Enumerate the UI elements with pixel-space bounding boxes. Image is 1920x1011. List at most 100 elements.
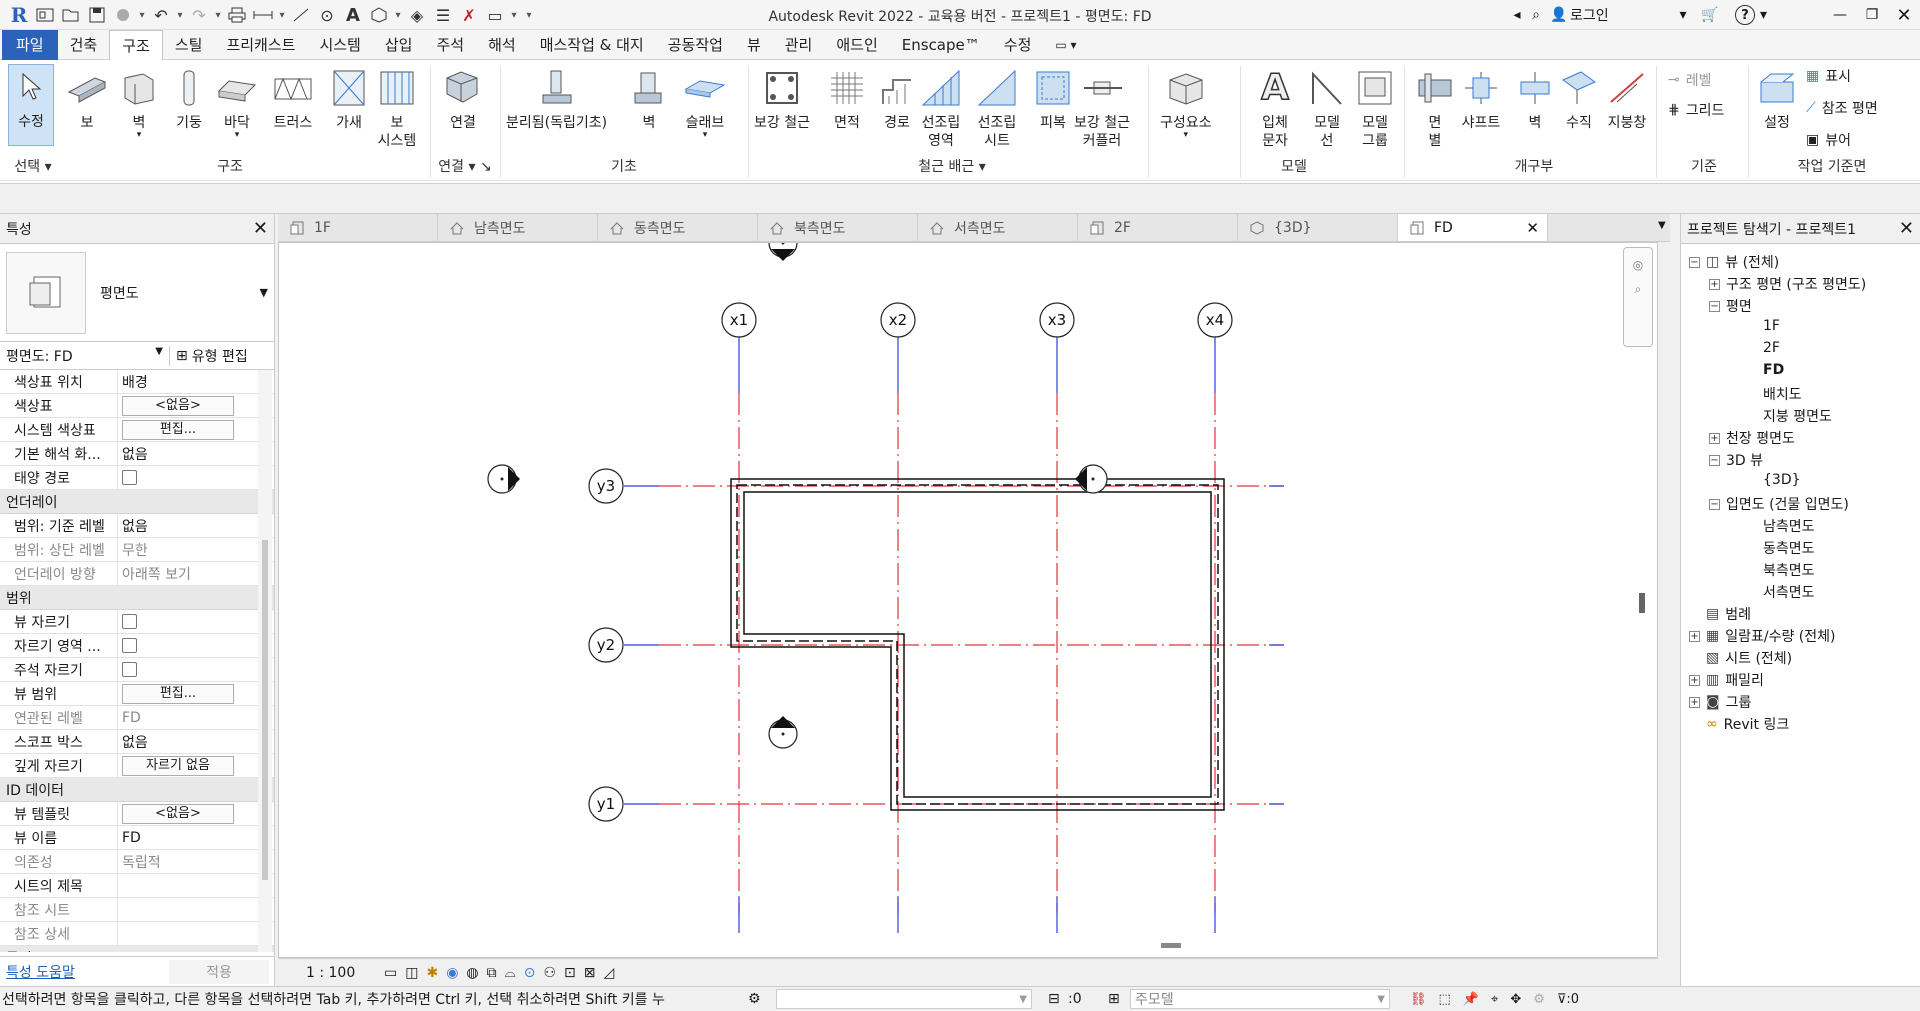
- beam-button[interactable]: 보: [66, 66, 108, 132]
- browser-node-el-s[interactable]: 남측면도: [1763, 516, 1815, 536]
- menu-tab-13[interactable]: 애드인: [824, 30, 889, 60]
- property-value-button[interactable]: <없음>: [122, 395, 234, 416]
- rebar-coupler-button[interactable]: 보강 철근 커플러: [1074, 66, 1130, 150]
- browser-node-sheets[interactable]: ▧ 시트 (전체): [1689, 648, 1792, 668]
- property-value-button[interactable]: 편집...: [122, 419, 234, 440]
- brace-button[interactable]: 가새: [328, 66, 370, 132]
- wall-foundation-button[interactable]: 벽: [628, 66, 670, 132]
- property-checkbox[interactable]: [122, 638, 137, 653]
- browser-node-fp-2f[interactable]: 2F: [1763, 340, 1780, 356]
- browser-node-groups[interactable]: + ◙ 그룹: [1689, 692, 1751, 712]
- active-workset-dropdown[interactable]: ▼: [776, 989, 1032, 1009]
- view-tab-5[interactable]: 2F: [1078, 214, 1238, 241]
- scrollbar-thumb[interactable]: [1161, 943, 1181, 948]
- floor-plan-drawing[interactable]: x1 x2 x3 x4 y3 y2 y1: [279, 228, 1659, 959]
- user-icon[interactable]: 👤: [1548, 0, 1570, 30]
- close-icon[interactable]: ✕: [253, 218, 268, 239]
- instance-selector[interactable]: 평면도: FD ▼: [0, 345, 170, 366]
- opening-wall-button[interactable]: 벽: [1514, 66, 1556, 132]
- lock-view-icon[interactable]: ⊙: [524, 965, 536, 981]
- expand-icon[interactable]: +: [1709, 278, 1720, 290]
- grid-label[interactable]: x1: [730, 311, 748, 329]
- menu-tab-5[interactable]: 시스템: [307, 30, 372, 60]
- viewer-button[interactable]: ▣ 뷰어: [1806, 130, 1851, 150]
- view-tab-7[interactable]: FD ✕: [1398, 214, 1548, 241]
- truss-button[interactable]: 트러스: [272, 66, 314, 132]
- grid-label[interactable]: y2: [597, 636, 615, 654]
- group-underlay[interactable]: 언더레이⌃: [0, 490, 274, 514]
- group-extents[interactable]: 범위⌃: [0, 586, 274, 610]
- model-group-button[interactable]: 모델 그룹: [1354, 66, 1396, 150]
- menu-tab-7[interactable]: 주석: [424, 30, 476, 60]
- grid-button[interactable]: ⋕ 그리드: [1668, 100, 1724, 120]
- browser-node-views-3d[interactable]: −3D 뷰: [1709, 450, 1763, 470]
- chevron-left-icon[interactable]: ◂: [1510, 0, 1524, 30]
- group-phasing[interactable]: 공정⌃: [0, 946, 274, 952]
- crop-view-icon[interactable]: ⧉: [487, 965, 497, 981]
- menu-tab-9[interactable]: 매스작업 & 대지: [528, 30, 656, 60]
- worksharing-icon[interactable]: ⚙: [748, 991, 776, 1007]
- cover-button[interactable]: 피복: [1032, 66, 1074, 132]
- menu-tab-14[interactable]: Enscape™: [890, 30, 992, 60]
- set-workplane-button[interactable]: 설정: [1756, 66, 1798, 132]
- drawing-canvas[interactable]: x1 x2 x3 x4 y3 y2 y1 ◎ ⌕: [278, 228, 1659, 959]
- property-value[interactable]: 없음: [118, 730, 274, 754]
- ref-plane-button[interactable]: ⟋ 참조 평면: [1806, 98, 1878, 118]
- property-value[interactable]: 배경: [118, 370, 274, 394]
- grid-label[interactable]: x4: [1206, 311, 1224, 329]
- property-value-button[interactable]: 편집...: [122, 683, 234, 704]
- property-checkbox[interactable]: [122, 662, 137, 677]
- connection-group-label[interactable]: 연결 ▾ ↘: [432, 156, 498, 176]
- filter-icon[interactable]: ⊽:0: [1557, 992, 1579, 1007]
- floor-button[interactable]: 바닥 ▾: [216, 66, 258, 140]
- menu-tab-11[interactable]: 뷰: [735, 30, 773, 60]
- expand-icon[interactable]: +: [1689, 674, 1700, 686]
- select-by-face-icon[interactable]: ⌖: [1491, 992, 1498, 1007]
- design-options-icon[interactable]: ⊞: [1108, 991, 1130, 1007]
- menu-tab-6[interactable]: 삽입: [373, 30, 425, 60]
- detail-level-icon[interactable]: ▭: [384, 965, 397, 981]
- tab-list-dropdown-icon[interactable]: ▼: [1658, 220, 1666, 231]
- close-icon[interactable]: ✕: [1899, 218, 1914, 239]
- browser-node-el-e[interactable]: 동측면도: [1763, 538, 1815, 558]
- grid-label[interactable]: y3: [597, 477, 615, 495]
- expand-icon[interactable]: +: [1689, 630, 1700, 642]
- select-links-icon[interactable]: ⛓: [1410, 992, 1427, 1007]
- model-line-button[interactable]: 모델 선: [1306, 66, 1348, 150]
- property-checkbox[interactable]: [122, 470, 137, 485]
- path-button[interactable]: 경로: [876, 66, 918, 132]
- steering-wheel-icon[interactable]: ◎: [1633, 258, 1643, 272]
- view-tab-4[interactable]: 서측면도: [918, 214, 1078, 241]
- menu-tab-4[interactable]: 프리캐스트: [214, 30, 307, 60]
- browser-node-families[interactable]: + ▥ 패밀리: [1689, 670, 1764, 690]
- scrollbar[interactable]: [258, 370, 272, 952]
- collapse-icon[interactable]: −: [1709, 498, 1720, 510]
- menu-tab-8[interactable]: 해석: [476, 30, 528, 60]
- property-value[interactable]: [118, 874, 274, 898]
- select-pinned-icon[interactable]: 📌: [1463, 992, 1479, 1007]
- navigation-bar[interactable]: ◎ ⌕: [1623, 247, 1653, 347]
- collapse-icon[interactable]: −: [1709, 300, 1720, 312]
- background-processes-icon[interactable]: ⚙: [1533, 992, 1545, 1007]
- isolated-foundation-button[interactable]: 분리됨(독립기초): [506, 66, 607, 132]
- menu-tab-0[interactable]: 파일: [2, 29, 58, 60]
- component-button[interactable]: 구성요소 ▾: [1160, 66, 1212, 140]
- select-group-label[interactable]: 선택 ▾: [6, 156, 60, 176]
- type-selector[interactable]: 평면도 ▼: [0, 244, 274, 342]
- collapse-icon[interactable]: −: [1689, 256, 1700, 268]
- browser-node-legends[interactable]: ▤ 범례: [1689, 604, 1751, 624]
- wall-button[interactable]: 벽 ▾: [118, 66, 160, 140]
- chevron-down-icon[interactable]: ▾: [1676, 0, 1690, 30]
- reinforcement-group-label[interactable]: 철근 배근 ▾: [902, 156, 1002, 176]
- sun-path-icon[interactable]: ✱: [426, 965, 438, 981]
- editable-only-icon[interactable]: ⊟: [1048, 991, 1068, 1007]
- browser-node-view-3d[interactable]: {3D}: [1763, 472, 1801, 488]
- scale-selector[interactable]: 1 : 100: [306, 965, 376, 981]
- temporary-hide-icon[interactable]: ⚇: [543, 965, 556, 981]
- property-value[interactable]: 없음: [118, 514, 274, 538]
- browser-node-views-all[interactable]: − ◫ 뷰 (전체): [1689, 252, 1779, 272]
- shadows-icon[interactable]: ◉: [446, 965, 458, 981]
- highlight-displacement-icon[interactable]: ◿: [603, 965, 614, 981]
- dormer-button[interactable]: 지붕창: [1606, 66, 1648, 132]
- menu-tab-3[interactable]: 스틸: [163, 30, 215, 60]
